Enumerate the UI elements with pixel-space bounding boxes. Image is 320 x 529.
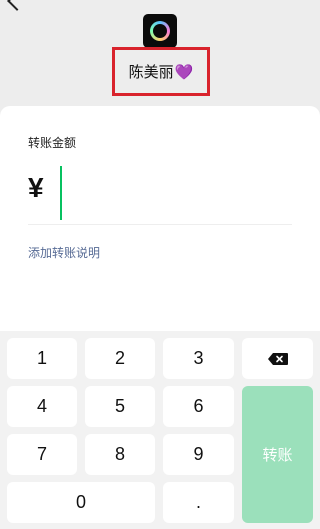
backspace-icon [267,352,289,366]
currency-symbol: ¥ [28,172,44,203]
key-8[interactable]: 8 [85,434,155,475]
transfer-button[interactable]: 转账 [242,386,313,523]
number-keypad: 1 2 3 4 5 6 7 8 9 0 . 转账 [0,331,320,529]
transfer-screen: 陈美丽 💜 转账金额 ¥ 添加转账说明 1 2 3 4 5 6 7 8 9 0 . [0,0,320,529]
key-7[interactable]: 7 [7,434,77,475]
amount-label: 转账金额 [28,136,77,150]
key-3[interactable]: 3 [163,338,234,379]
key-6[interactable]: 6 [163,386,234,427]
key-5[interactable]: 5 [85,386,155,427]
backspace-key[interactable] [242,338,313,379]
divider [28,224,292,225]
key-0[interactable]: 0 [7,482,155,523]
key-1[interactable]: 1 [7,338,77,379]
add-note-link[interactable]: 添加转账说明 [28,244,100,261]
key-dot[interactable]: . [163,482,234,523]
text-cursor [60,166,62,220]
recipient-name-highlight: 陈美丽 💜 [112,47,210,96]
key-9[interactable]: 9 [163,434,234,475]
key-4[interactable]: 4 [7,386,77,427]
amount-card: 转账金额 ¥ 添加转账说明 [0,106,320,346]
key-2[interactable]: 2 [85,338,155,379]
amount-input[interactable] [60,166,292,222]
avatar-image-icon [150,21,170,41]
avatar [143,14,177,48]
heart-emoji: 💜 [174,63,194,81]
recipient-name: 陈美丽 [128,64,174,81]
chevron-left-icon[interactable] [7,0,27,11]
